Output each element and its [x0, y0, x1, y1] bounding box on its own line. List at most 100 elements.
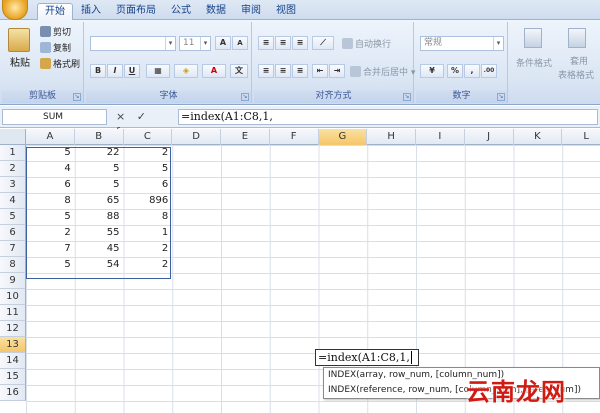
row-header-8[interactable]: 8	[0, 257, 26, 273]
row-header-5[interactable]: 5	[0, 209, 26, 225]
number-launcher-icon[interactable]: ↘	[497, 93, 505, 101]
cell-c5[interactable]: 8	[124, 209, 173, 225]
comma-style-icon[interactable]: ,	[464, 64, 480, 78]
column-header-k[interactable]: K	[514, 129, 563, 145]
format-as-table-icon[interactable]	[568, 28, 586, 48]
column-header-h[interactable]: H	[367, 129, 416, 145]
name-box[interactable]: SUM	[2, 109, 107, 125]
column-header-f[interactable]: F	[270, 129, 319, 145]
format-painter-button[interactable]: 格式刷	[40, 58, 80, 71]
cell-a6[interactable]: 2	[26, 225, 75, 241]
italic-button[interactable]: I	[107, 64, 123, 78]
column-header-g[interactable]: G	[318, 129, 368, 145]
row-header-14[interactable]: 14	[0, 353, 26, 369]
row-header-1[interactable]: 1	[0, 145, 26, 161]
formula-input[interactable]: =index(A1:C8,1,	[178, 109, 598, 125]
cell-c6[interactable]: 1	[124, 225, 173, 241]
row-header-11[interactable]: 11	[0, 305, 26, 321]
paste-button[interactable]: 粘贴	[10, 58, 30, 70]
format-as-table-label-2[interactable]: 表格格式	[558, 70, 594, 82]
column-header-c[interactable]: C	[124, 129, 173, 145]
increase-indent-icon[interactable]: ⇥	[329, 64, 345, 78]
grow-font-button[interactable]: A	[215, 36, 231, 50]
row-header-13[interactable]: 13	[0, 337, 26, 353]
conditional-format-icon[interactable]	[524, 28, 542, 48]
column-header-e[interactable]: E	[221, 129, 270, 145]
shrink-font-button[interactable]: A	[232, 36, 248, 50]
cell-c4[interactable]: 896	[124, 193, 173, 209]
tab-formulas[interactable]: 公式	[168, 3, 194, 20]
tab-page-layout[interactable]: 页面布局	[112, 3, 160, 20]
cell-a3[interactable]: 6	[26, 177, 75, 193]
decrease-indent-icon[interactable]: ⇤	[312, 64, 328, 78]
office-button[interactable]	[2, 0, 32, 20]
row-header-9[interactable]: 9	[0, 273, 26, 289]
column-header-d[interactable]: D	[172, 129, 221, 145]
tab-home[interactable]: 开始	[37, 3, 73, 21]
font-launcher-icon[interactable]: ↘	[241, 93, 249, 101]
merge-center-button[interactable]: 合并后居中 ▾	[350, 66, 415, 79]
cell-b8[interactable]: 54	[75, 257, 124, 273]
row-header-4[interactable]: 4	[0, 193, 26, 209]
font-name-select[interactable]: ▾	[90, 36, 176, 51]
alignment-launcher-icon[interactable]: ↘	[403, 93, 411, 101]
number-format-select[interactable]: 常规 ▾	[420, 36, 504, 51]
row-header-3[interactable]: 3	[0, 177, 26, 193]
select-all-corner[interactable]	[0, 129, 26, 145]
cell-a2[interactable]: 4	[26, 161, 75, 177]
column-header-i[interactable]: I	[416, 129, 465, 145]
format-as-table-label-1[interactable]: 套用	[570, 56, 588, 68]
underline-button[interactable]: U	[124, 64, 140, 78]
align-middle-icon[interactable]: ≡	[275, 36, 291, 50]
cell-a1[interactable]: 5	[26, 145, 75, 161]
cell-c3[interactable]: 6	[124, 177, 173, 193]
cell-b1[interactable]: 22	[75, 145, 124, 161]
cell-b7[interactable]: 45	[75, 241, 124, 257]
clipboard-launcher-icon[interactable]: ↘	[73, 93, 81, 101]
row-header-15[interactable]: 15	[0, 369, 26, 385]
align-top-icon[interactable]: ≡	[258, 36, 274, 50]
percent-icon[interactable]: %	[447, 64, 463, 78]
tab-review[interactable]: 审阅	[238, 3, 264, 20]
paste-icon[interactable]	[8, 28, 30, 52]
cell-c1[interactable]: 2	[124, 145, 173, 161]
row-header-12[interactable]: 12	[0, 321, 26, 337]
formula-buttons[interactable]: × ✓ fx	[112, 109, 174, 138]
tab-view[interactable]: 视图	[273, 3, 299, 20]
font-color-icon[interactable]: A	[202, 64, 226, 78]
column-header-j[interactable]: J	[465, 129, 514, 145]
cell-a5[interactable]: 5	[26, 209, 75, 225]
cell-c2[interactable]: 5	[124, 161, 173, 177]
align-bottom-icon[interactable]: ≡	[292, 36, 308, 50]
row-header-6[interactable]: 6	[0, 225, 26, 241]
cell-a8[interactable]: 5	[26, 257, 75, 273]
cell-b5[interactable]: 88	[75, 209, 124, 225]
align-right-icon[interactable]: ≡	[292, 64, 308, 78]
cell-c7[interactable]: 2	[124, 241, 173, 257]
column-header-a[interactable]: A	[26, 129, 75, 145]
align-left-icon[interactable]: ≡	[258, 64, 274, 78]
phonetic-icon[interactable]: 文	[230, 64, 248, 78]
copy-button[interactable]: 复制	[40, 42, 71, 55]
column-header-l[interactable]: L	[562, 129, 600, 145]
cell-b2[interactable]: 5	[75, 161, 124, 177]
wrap-text-button[interactable]: 自动换行	[342, 38, 391, 51]
font-size-select[interactable]: 11 ▾	[179, 36, 211, 51]
fill-color-icon[interactable]: ◈	[174, 64, 198, 78]
orientation-icon[interactable]: ⟋	[312, 36, 334, 50]
row-header-7[interactable]: 7	[0, 241, 26, 257]
cell-c8[interactable]: 2	[124, 257, 173, 273]
row-header-16[interactable]: 16	[0, 385, 26, 401]
bold-button[interactable]: B	[90, 64, 106, 78]
cell-a4[interactable]: 8	[26, 193, 75, 209]
tab-data[interactable]: 数据	[203, 3, 229, 20]
decimal-icon[interactable]: .00	[481, 64, 497, 78]
cell-a7[interactable]: 7	[26, 241, 75, 257]
active-cell-editor[interactable]: =index(A1:C8,1,	[315, 349, 419, 366]
cell-b4[interactable]: 65	[75, 193, 124, 209]
row-header-10[interactable]: 10	[0, 289, 26, 305]
align-center-icon[interactable]: ≡	[275, 64, 291, 78]
cut-button[interactable]: 剪切	[40, 26, 71, 39]
cell-b3[interactable]: 5	[75, 177, 124, 193]
conditional-format-button[interactable]: 条件格式	[516, 58, 552, 70]
